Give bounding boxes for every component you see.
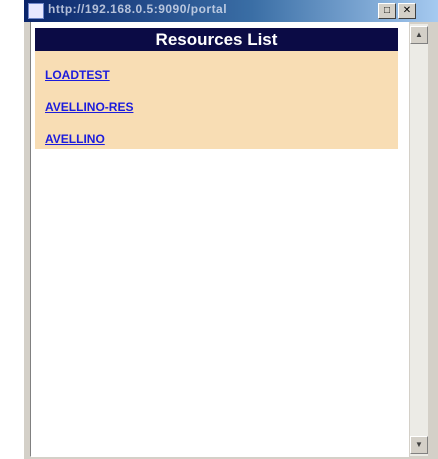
browser-icon	[28, 3, 44, 19]
window-title: http://192.168.0.5:9090/portal	[48, 2, 228, 16]
maximize-button[interactable]: □	[378, 3, 396, 19]
browser-window: http://192.168.0.5:9090/portal □ ✕ Resou…	[24, 0, 438, 459]
arrow-down-icon: ▼	[415, 440, 423, 449]
resources-list-header: Resources List	[35, 28, 398, 51]
resource-link-loadtest[interactable]: LOADTEST	[45, 68, 110, 82]
title-bar[interactable]: http://192.168.0.5:9090/portal □ ✕	[24, 0, 438, 22]
resource-link-avellino[interactable]: AVELLINO	[45, 132, 105, 146]
scroll-down-button[interactable]: ▼	[410, 436, 428, 454]
vertical-scrollbar[interactable]: ▲ ▼	[410, 24, 428, 456]
maximize-icon: □	[383, 5, 391, 16]
scroll-up-button[interactable]: ▲	[410, 26, 428, 44]
arrow-up-icon: ▲	[415, 30, 423, 39]
page-content: Resources List LOADTEST AVELLINO-RES AVE…	[30, 22, 409, 457]
resources-list: LOADTEST AVELLINO-RES AVELLINO	[35, 51, 398, 149]
close-icon: ✕	[402, 5, 412, 16]
close-button[interactable]: ✕	[398, 3, 416, 19]
resource-link-avellino-res[interactable]: AVELLINO-RES	[45, 100, 133, 114]
